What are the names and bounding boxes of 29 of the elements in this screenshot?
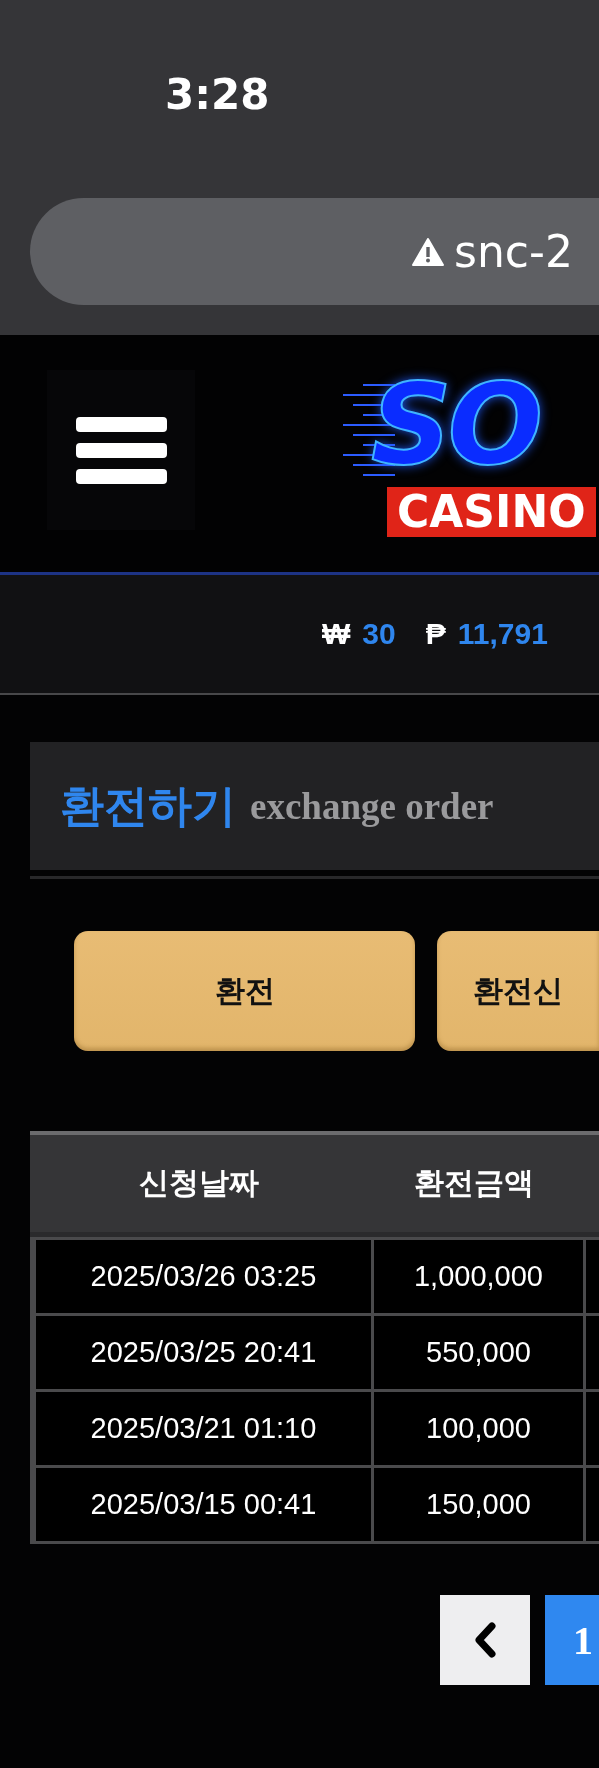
chevron-left-icon [474, 1622, 496, 1658]
table-cell: 2025/03/21 01:10 [33, 1389, 374, 1468]
warning-icon [412, 237, 444, 266]
address-bar[interactable]: snc-2 [30, 198, 599, 305]
table-cell: 2025/03/25 20:41 [33, 1313, 374, 1392]
column-header: 환전금액 [413, 1165, 535, 1201]
page-button[interactable]: 1 [545, 1595, 599, 1685]
logo-text: SO [371, 363, 539, 487]
currency-symbol: ₩ [322, 617, 351, 651]
section-subtitle: exchange order [250, 784, 494, 828]
column-header: 신청날짜 [138, 1165, 260, 1201]
currency-symbol: ₱ [425, 617, 446, 651]
previous-page-button[interactable] [440, 1595, 530, 1685]
url-text: snc-2 [454, 226, 573, 277]
table-cell: 150,000 [371, 1465, 586, 1544]
table-cell: 550,000 [371, 1313, 586, 1392]
table-cell: 100,000 [371, 1389, 586, 1468]
menu-icon [75, 416, 167, 484]
exchange-button[interactable]: 환전 [74, 931, 415, 1051]
balance-amount: 11,791 [457, 617, 548, 651]
balance-amount: 30 [362, 617, 396, 651]
exchange-button[interactable]: 환전신 [437, 931, 599, 1051]
table-cell: 2025/03/26 03:25 [33, 1237, 374, 1316]
menu-button[interactable] [47, 370, 195, 530]
table-cell: 1,000,000 [371, 1237, 586, 1316]
section-title: 환전하기 [60, 779, 236, 832]
status-time: 3:28 [165, 70, 270, 119]
table-cell: 2025/03/15 00:41 [33, 1465, 374, 1544]
logo-subtitle: CASINO [387, 487, 596, 537]
